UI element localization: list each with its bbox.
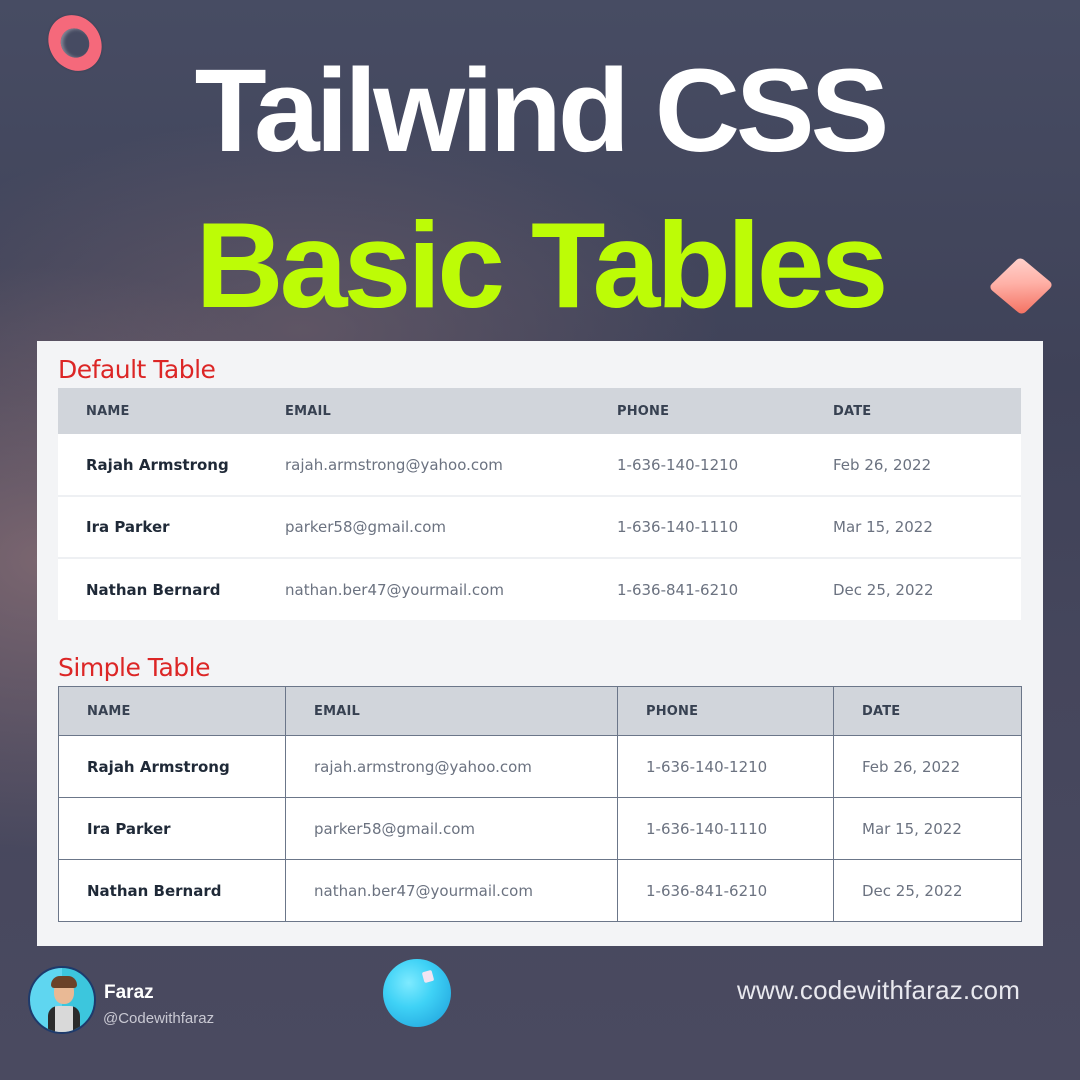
cell-date: Feb 26, 2022 — [833, 735, 1022, 798]
cell-phone: 1-636-841-6210 — [617, 580, 739, 599]
table-header-row: NAME EMAIL PHONE DATE — [58, 686, 1022, 736]
default-table-title: Default Table — [58, 355, 216, 384]
cell-phone: 1-636-841-6210 — [617, 859, 834, 922]
author-name: Faraz — [104, 982, 154, 1003]
table-row: Nathan Bernard nathan.ber47@yourmail.com… — [58, 558, 1021, 620]
hero-title-line2: Basic Tables — [195, 197, 889, 333]
avatar-hair — [51, 976, 77, 988]
cell-phone: 1-636-140-1210 — [617, 735, 834, 798]
hero-title-line1: Tailwind CSS — [194, 45, 890, 177]
cell-name: Nathan Bernard — [58, 859, 286, 922]
column-header-name: NAME — [58, 388, 285, 434]
table-row: Ira Parker parker58@gmail.com 1-636-140-… — [58, 496, 1021, 558]
author-handle[interactable]: @Codewithfaraz — [103, 1010, 214, 1027]
cell-name: Rajah Armstrong — [86, 455, 229, 474]
cell-email: parker58@gmail.com — [285, 518, 446, 536]
column-header-date: DATE — [833, 388, 1021, 434]
cell-email: parker58@gmail.com — [285, 797, 618, 860]
memoji-shrug-avatar-icon — [28, 966, 96, 1034]
cell-email: nathan.ber47@yourmail.com — [285, 580, 504, 599]
cell-email: rajah.armstrong@yahoo.com — [285, 455, 503, 474]
simple-table-title: Simple Table — [58, 653, 210, 682]
column-header-email: EMAIL — [285, 686, 618, 736]
tables-panel: Default Table NAME EMAIL PHONE DATE Raja… — [37, 341, 1043, 946]
column-header-email: EMAIL — [285, 388, 617, 434]
simple-table: NAME EMAIL PHONE DATE Rajah Armstrong ra… — [58, 686, 1022, 922]
cell-email: nathan.ber47@yourmail.com — [285, 859, 618, 922]
cell-date: Mar 15, 2022 — [833, 797, 1022, 860]
blue-sphere-icon — [383, 959, 451, 1027]
table-row: Rajah Armstrong rajah.armstrong@yahoo.co… — [58, 434, 1021, 496]
cell-date: Dec 25, 2022 — [833, 580, 934, 599]
default-table: NAME EMAIL PHONE DATE Rajah Armstrong ra… — [58, 388, 1021, 620]
column-header-phone: PHONE — [617, 686, 834, 736]
table-row: Nathan Bernard nathan.ber47@yourmail.com… — [58, 859, 1022, 922]
cell-email: rajah.armstrong@yahoo.com — [285, 735, 618, 798]
cell-name: Nathan Bernard — [86, 580, 221, 599]
website-link[interactable]: www.codewithfaraz.com — [737, 975, 1020, 1006]
cell-phone: 1-636-140-1110 — [617, 518, 739, 536]
avatar-body — [48, 1006, 80, 1032]
table-row: Rajah Armstrong rajah.armstrong@yahoo.co… — [58, 735, 1022, 798]
column-header-name: NAME — [58, 686, 286, 736]
cell-phone: 1-636-140-1110 — [617, 797, 834, 860]
column-header-date: DATE — [833, 686, 1022, 736]
table-header-row: NAME EMAIL PHONE DATE — [58, 388, 1021, 434]
cell-date: Feb 26, 2022 — [833, 455, 932, 474]
cell-name: Ira Parker — [86, 518, 170, 536]
cell-phone: 1-636-140-1210 — [617, 455, 739, 474]
table-row: Ira Parker parker58@gmail.com 1-636-140-… — [58, 797, 1022, 860]
cell-name: Rajah Armstrong — [58, 735, 286, 798]
cell-name: Ira Parker — [58, 797, 286, 860]
cell-date: Mar 15, 2022 — [833, 518, 933, 536]
cell-date: Dec 25, 2022 — [833, 859, 1022, 922]
column-header-phone: PHONE — [617, 388, 833, 434]
